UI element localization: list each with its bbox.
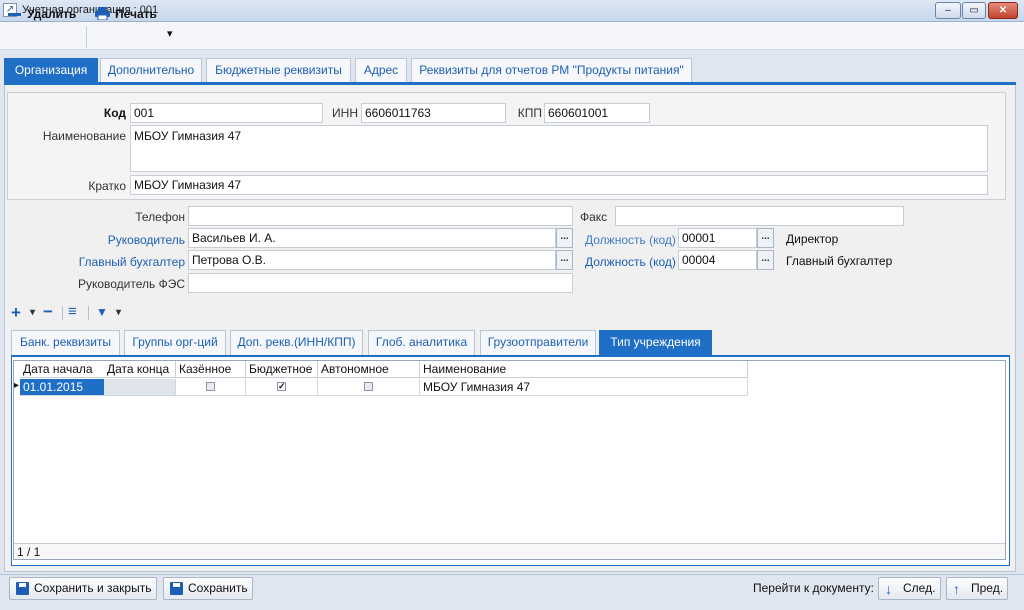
short-name-label: Кратко (88, 179, 126, 193)
kpp-label: КПП (517, 106, 542, 120)
next-label: След. (903, 581, 936, 595)
save-and-close-button[interactable]: Сохранить и закрыть (9, 577, 157, 600)
column-header-avtonomnoe[interactable]: Автономное (318, 361, 420, 378)
cell-avtonomnoe[interactable] (318, 379, 420, 396)
code-field[interactable]: 001 (130, 103, 323, 123)
head-position-label[interactable]: Должность (код) (585, 233, 677, 247)
save-icon (16, 582, 29, 595)
code-label: Код (103, 106, 126, 120)
save-label: Сохранить (188, 581, 248, 595)
print-button[interactable]: Печать (95, 4, 157, 24)
head-label[interactable]: Руководитель (90, 233, 185, 247)
subtab-org-groups[interactable]: Группы орг-ций (124, 330, 226, 355)
phone-field[interactable] (188, 206, 573, 226)
accountant-position-code-field[interactable]: 00004 (678, 250, 757, 270)
list-settings-icon[interactable]: ≡ (68, 303, 77, 320)
tab-report-requisites[interactable]: Реквизиты для отчетов РМ "Продукты питан… (411, 58, 692, 82)
cell-start-date[interactable]: 01.01.2015 (20, 379, 106, 396)
subtab-bank-requisites[interactable]: Банк. реквизиты (11, 330, 120, 355)
inn-label: ИНН (332, 106, 358, 120)
column-header-kazennoe[interactable]: Казённое (176, 361, 246, 378)
arrow-down-icon: ↓ (885, 581, 892, 597)
toolbar-separator (86, 26, 87, 48)
prev-document-button[interactable]: ↑ Пред. (946, 577, 1008, 600)
column-header-start-date[interactable]: Дата начала (20, 361, 106, 378)
head-field[interactable]: Васильев И. А. (188, 228, 556, 248)
avtonomnoe-checkbox[interactable] (364, 382, 373, 391)
fax-label: Факс (580, 210, 608, 224)
short-name-field[interactable]: МБОУ Гимназия 47 (130, 175, 988, 195)
close-button[interactable]: ✕ (988, 2, 1018, 19)
tab-additional[interactable]: Дополнительно (100, 58, 202, 82)
head-position-code-field[interactable]: 00001 (678, 228, 757, 248)
column-header-end-date[interactable]: Дата конца (104, 361, 176, 378)
delete-button[interactable]: Удалить (8, 4, 76, 24)
budgetnoe-checkbox[interactable]: ✓ (277, 382, 286, 391)
kpp-field[interactable]: 660601001 (544, 103, 650, 123)
accountant-position-label[interactable]: Должность (код) (585, 255, 677, 269)
cell-budgetnoe[interactable]: ✓ (246, 379, 318, 396)
chief-accountant-field[interactable]: Петрова О.В. (188, 250, 556, 270)
cell-end-date[interactable] (104, 379, 176, 396)
subtab-global-analytics[interactable]: Глоб. аналитика (368, 330, 475, 355)
column-header-budgetnoe[interactable]: Бюджетное (246, 361, 318, 378)
filter-icon[interactable]: ▼ (96, 305, 108, 319)
cell-kazennoe[interactable] (176, 379, 246, 396)
column-header-name[interactable]: Наименование (420, 361, 748, 378)
fes-head-label: Руководитель ФЭС (77, 277, 185, 291)
print-dropdown-icon[interactable]: ▾ (167, 27, 173, 40)
chief-accountant-select-button[interactable]: ... (556, 250, 573, 270)
next-document-button[interactable]: ↓ След. (878, 577, 941, 600)
current-row-marker-icon: ▸ (14, 380, 20, 391)
save-icon-2 (170, 582, 183, 595)
head-select-button[interactable]: ... (556, 228, 573, 248)
minimize-button[interactable]: – (935, 2, 961, 19)
goto-document-label: Перейти к документу: (753, 581, 874, 595)
name-label: Наименование (42, 129, 126, 143)
restore-button[interactable]: ▭ (962, 2, 986, 19)
tab-budget-requisites[interactable]: Бюджетные реквизиты (206, 58, 351, 82)
tab-organization[interactable]: Организация (4, 58, 98, 82)
save-button[interactable]: Сохранить (163, 577, 253, 600)
subtab-consignors[interactable]: Грузоотправители (480, 330, 596, 355)
chief-accountant-label[interactable]: Главный бухгалтер (60, 255, 185, 269)
accountant-position-select-button[interactable]: ... (757, 250, 774, 270)
kazennoe-checkbox[interactable] (206, 382, 215, 391)
head-position-select-button[interactable]: ... (757, 228, 774, 248)
fax-field[interactable] (615, 206, 904, 226)
subtab-institution-type[interactable]: Тип учреждения (599, 330, 712, 355)
subtool-separator-2 (88, 306, 89, 320)
minus-icon (8, 13, 21, 17)
arrow-up-icon: ↑ (953, 581, 960, 597)
printer-icon (95, 7, 110, 21)
add-dropdown-icon[interactable]: ▾ (30, 307, 35, 318)
accountant-position-name: Главный бухгалтер (786, 254, 893, 268)
grid-record-counter: 1 / 1 (14, 543, 1005, 559)
toolbar (0, 22, 1024, 50)
fes-head-field[interactable] (188, 273, 573, 293)
prev-label: Пред. (971, 581, 1004, 595)
name-field[interactable]: МБОУ Гимназия 47 (130, 125, 988, 172)
subtool-separator (62, 306, 63, 320)
phone-label: Телефон (135, 210, 185, 224)
inn-field[interactable]: 6606011763 (361, 103, 506, 123)
tab-address[interactable]: Адрес (355, 58, 407, 82)
subtab-extra-requisites[interactable]: Доп. рекв.(ИНН/КПП) (230, 330, 363, 355)
add-row-icon[interactable]: + (11, 303, 21, 323)
cell-name[interactable]: МБОУ Гимназия 47 (420, 379, 748, 396)
print-label: Печать (115, 7, 157, 21)
remove-row-icon[interactable]: − (43, 302, 53, 322)
filter-dropdown-icon[interactable]: ▾ (116, 307, 121, 318)
head-position-name: Директор (786, 232, 839, 246)
delete-label: Удалить (27, 7, 77, 21)
save-and-close-label: Сохранить и закрыть (34, 581, 152, 595)
